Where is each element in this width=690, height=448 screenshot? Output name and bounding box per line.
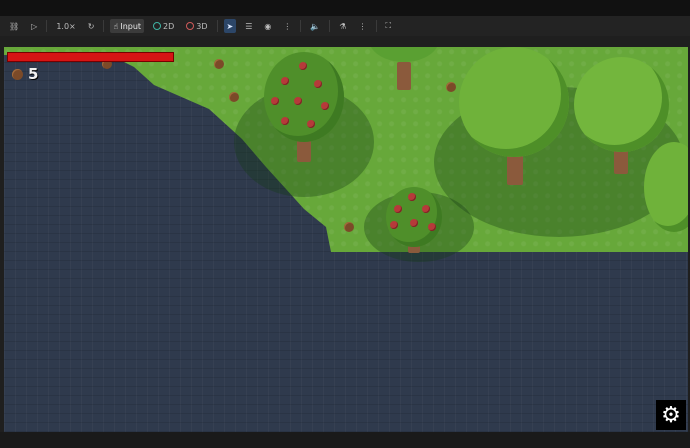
health-bar <box>7 52 174 62</box>
toolbar-divider <box>103 20 105 32</box>
toolbar-divider <box>46 20 48 32</box>
mode-3d-label: 3D <box>196 21 208 31</box>
acorn-icon <box>12 68 23 80</box>
more-icon[interactable]: ⋮ <box>356 19 370 33</box>
apple-tree <box>384 187 444 257</box>
mode-2d-button[interactable]: 2D <box>150 19 177 33</box>
input-label: Input <box>120 21 142 31</box>
zoom-selector[interactable]: 1.0× <box>53 19 78 33</box>
acorn-pickup <box>214 59 224 69</box>
oak-tree <box>369 47 439 92</box>
toolbar-divider <box>329 20 331 32</box>
volume-icon[interactable]: 🔈 <box>307 19 323 33</box>
input-toggle-button[interactable]: ☝ Input <box>110 19 145 33</box>
toolbar-divider <box>375 20 377 32</box>
apple-tree <box>259 52 349 167</box>
window-bottom-bar <box>0 432 690 448</box>
circle-icon <box>153 22 162 30</box>
hand-icon: ☝ <box>113 21 119 31</box>
toolbar-divider <box>216 20 218 32</box>
link-icon[interactable]: ⛓ <box>6 19 22 33</box>
mode-2d-label: 2D <box>163 21 175 31</box>
mode-3d-button[interactable]: 3D <box>183 19 210 33</box>
fullscreen-icon[interactable]: ⛶ <box>383 19 395 33</box>
list-icon[interactable]: ☰ <box>242 19 255 33</box>
oak-tree <box>644 142 688 242</box>
acorn-counter: 5 <box>12 65 38 83</box>
acorn-pickup <box>446 82 456 92</box>
acorn-pickup <box>344 222 354 232</box>
paint-icon[interactable]: ⚗ <box>336 19 349 33</box>
play-icon[interactable]: ▷ <box>28 19 40 33</box>
acorn-pickup <box>229 92 239 102</box>
editor-toolbar: ⛓ ▷ 1.0× ↻ ☝ Input 2D 3D ➤ ☰ ◉ ⋮ 🔈 ⚗ ⋮ ⛶ <box>0 16 690 36</box>
window-top-strip <box>0 0 690 16</box>
settings-button[interactable]: ⚙ <box>656 400 686 430</box>
cursor-icon[interactable]: ➤ <box>223 19 237 33</box>
oak-tree <box>459 47 569 187</box>
gear-icon: ⚙ <box>661 402 681 428</box>
toolbar-divider <box>300 20 302 32</box>
refresh-icon[interactable]: ↻ <box>85 19 98 33</box>
more-icon[interactable]: ⋮ <box>280 19 294 33</box>
game-viewport[interactable]: 5 ⚙ <box>4 47 688 432</box>
circle-icon <box>186 22 195 30</box>
acorn-count: 5 <box>28 65 39 83</box>
eye-icon[interactable]: ◉ <box>261 19 274 33</box>
